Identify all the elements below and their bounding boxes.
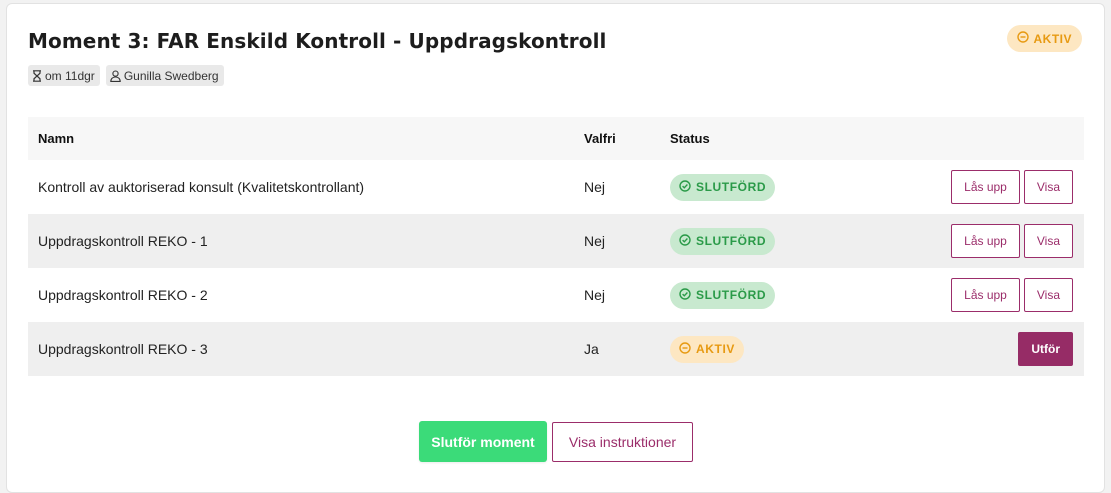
status-badge: SLUTFÖRD (670, 281, 776, 309)
table-row: Uppdragskontroll REKO - 1 Nej SLUTFÖRD L… (28, 214, 1084, 268)
user-icon (110, 69, 121, 82)
minus-circle-icon (679, 341, 691, 357)
table-row: Kontroll av auktoriserad konsult (Kvalit… (28, 160, 1084, 214)
page-title: Moment 3: FAR Enskild Kontroll - Uppdrag… (28, 29, 607, 53)
unlock-button[interactable]: Lås upp (951, 278, 1020, 312)
moment-card: Moment 3: FAR Enskild Kontroll - Uppdrag… (6, 3, 1105, 493)
status-badge: AKTIV (670, 335, 744, 363)
assignee-name: Gunilla Swedberg (123, 68, 219, 83)
status-badge: SLUTFÖRD (670, 227, 776, 255)
footer-actions: Slutför moment Visa instruktioner (419, 421, 693, 462)
table-row: Uppdragskontroll REKO - 3 Ja AKTIV Utför (28, 322, 1084, 376)
unlock-button[interactable]: Lås upp (951, 170, 1020, 204)
meta-chips: om 11dgr Gunilla Swedberg (28, 65, 224, 86)
column-header-optional: Valfri (584, 131, 616, 146)
view-button[interactable]: Visa (1023, 224, 1073, 258)
row-name: Uppdragskontroll REKO - 3 (38, 341, 208, 357)
status-label: SLUTFÖRD (696, 180, 767, 194)
minus-circle-icon (1016, 31, 1029, 46)
due-label: om 11dgr (45, 68, 95, 83)
unlock-button[interactable]: Lås upp (951, 224, 1020, 258)
perform-button[interactable]: Utför (1018, 332, 1073, 366)
due-chip: om 11dgr (28, 65, 100, 86)
view-button[interactable]: Visa (1023, 170, 1073, 204)
table-header: Namn Valfri Status (28, 117, 1084, 160)
column-header-status: Status (670, 131, 710, 146)
check-circle-icon (679, 179, 691, 195)
table-row: Uppdragskontroll REKO - 2 Nej SLUTFÖRD L… (28, 268, 1084, 322)
status-label: SLUTFÖRD (696, 234, 767, 248)
view-button[interactable]: Visa (1023, 278, 1073, 312)
row-optional: Nej (584, 179, 606, 195)
row-name: Uppdragskontroll REKO - 1 (38, 233, 208, 249)
status-label: SLUTFÖRD (696, 288, 767, 302)
check-circle-icon (679, 287, 691, 303)
assignee-chip: Gunilla Swedberg (105, 65, 224, 86)
row-name: Uppdragskontroll REKO - 2 (38, 287, 208, 303)
hourglass-icon (32, 69, 42, 82)
moment-status-badge: AKTIV (1006, 25, 1082, 52)
check-circle-icon (679, 233, 691, 249)
row-optional: Ja (584, 341, 599, 357)
status-label: AKTIV (696, 342, 735, 356)
steps-table: Namn Valfri Status Kontroll av auktorise… (28, 117, 1084, 376)
row-optional: Nej (584, 287, 606, 303)
row-optional: Nej (584, 233, 606, 249)
column-header-name: Namn (38, 131, 75, 146)
row-name: Kontroll av auktoriserad konsult (Kvalit… (38, 179, 365, 195)
moment-status-label: AKTIV (1033, 31, 1072, 46)
status-badge: SLUTFÖRD (670, 173, 776, 201)
show-instructions-button[interactable]: Visa instruktioner (552, 422, 693, 462)
complete-moment-button[interactable]: Slutför moment (419, 421, 547, 462)
